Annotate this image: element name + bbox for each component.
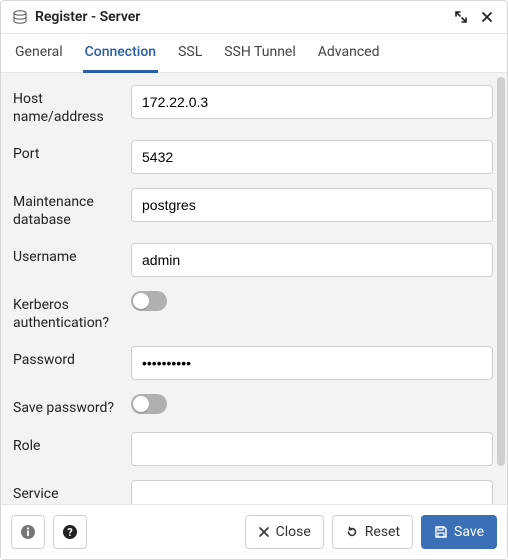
label-password: Password: [13, 346, 121, 370]
close-button[interactable]: Close: [245, 515, 324, 549]
label-maintdb: Maintenance database: [13, 188, 121, 229]
tab-general[interactable]: General: [13, 34, 65, 72]
reset-button[interactable]: Reset: [332, 515, 413, 549]
row-port: Port: [13, 140, 493, 174]
label-port: Port: [13, 140, 121, 164]
maintdb-input[interactable]: [131, 188, 493, 222]
row-host: Host name/address: [13, 85, 493, 126]
service-input[interactable]: [131, 480, 493, 505]
label-host: Host name/address: [13, 85, 121, 126]
label-role: Role: [13, 432, 121, 456]
password-input[interactable]: [131, 346, 493, 380]
row-password: Password: [13, 346, 493, 380]
label-savepw: Save password?: [13, 394, 121, 418]
form-body: Host name/address Port Maintenance datab…: [1, 73, 507, 504]
label-username: Username: [13, 243, 121, 267]
tab-advanced[interactable]: Advanced: [316, 34, 382, 72]
tab-ssh-tunnel[interactable]: SSH Tunnel: [222, 34, 298, 72]
server-icon: [11, 8, 29, 26]
close-icon[interactable]: [477, 7, 497, 27]
label-kerberos: Kerberos authentication?: [13, 291, 121, 332]
label-service: Service: [13, 480, 121, 504]
info-button[interactable]: [11, 515, 45, 549]
scrollbar[interactable]: [497, 77, 505, 500]
tab-ssl[interactable]: SSL: [176, 34, 204, 72]
reset-icon: [345, 525, 359, 539]
svg-text:?: ?: [67, 526, 73, 539]
register-server-dialog: Register - Server General Connection SSL…: [0, 0, 508, 560]
expand-icon[interactable]: [451, 7, 471, 27]
row-kerberos: Kerberos authentication?: [13, 291, 493, 332]
save-button-label: Save: [454, 524, 484, 540]
tab-connection[interactable]: Connection: [83, 34, 158, 72]
kerberos-toggle[interactable]: [131, 291, 167, 311]
close-x-icon: [258, 526, 270, 538]
row-service: Service: [13, 480, 493, 505]
username-input[interactable]: [131, 243, 493, 277]
save-password-toggle[interactable]: [131, 394, 167, 414]
reset-button-label: Reset: [365, 524, 400, 540]
scrollbar-thumb[interactable]: [497, 77, 505, 466]
row-username: Username: [13, 243, 493, 277]
role-input[interactable]: [131, 432, 493, 466]
dialog-title: Register - Server: [35, 9, 140, 25]
port-input[interactable]: [131, 140, 493, 174]
row-role: Role: [13, 432, 493, 466]
footer: ? Close Reset Save: [1, 504, 507, 559]
help-button[interactable]: ?: [53, 515, 87, 549]
row-savepw: Save password?: [13, 394, 493, 418]
host-input[interactable]: [131, 85, 493, 119]
row-maintdb: Maintenance database: [13, 188, 493, 229]
close-button-label: Close: [276, 524, 311, 540]
save-icon: [434, 525, 448, 539]
titlebar: Register - Server: [1, 1, 507, 34]
tabs: General Connection SSL SSH Tunnel Advanc…: [1, 34, 507, 73]
save-button[interactable]: Save: [421, 515, 497, 549]
